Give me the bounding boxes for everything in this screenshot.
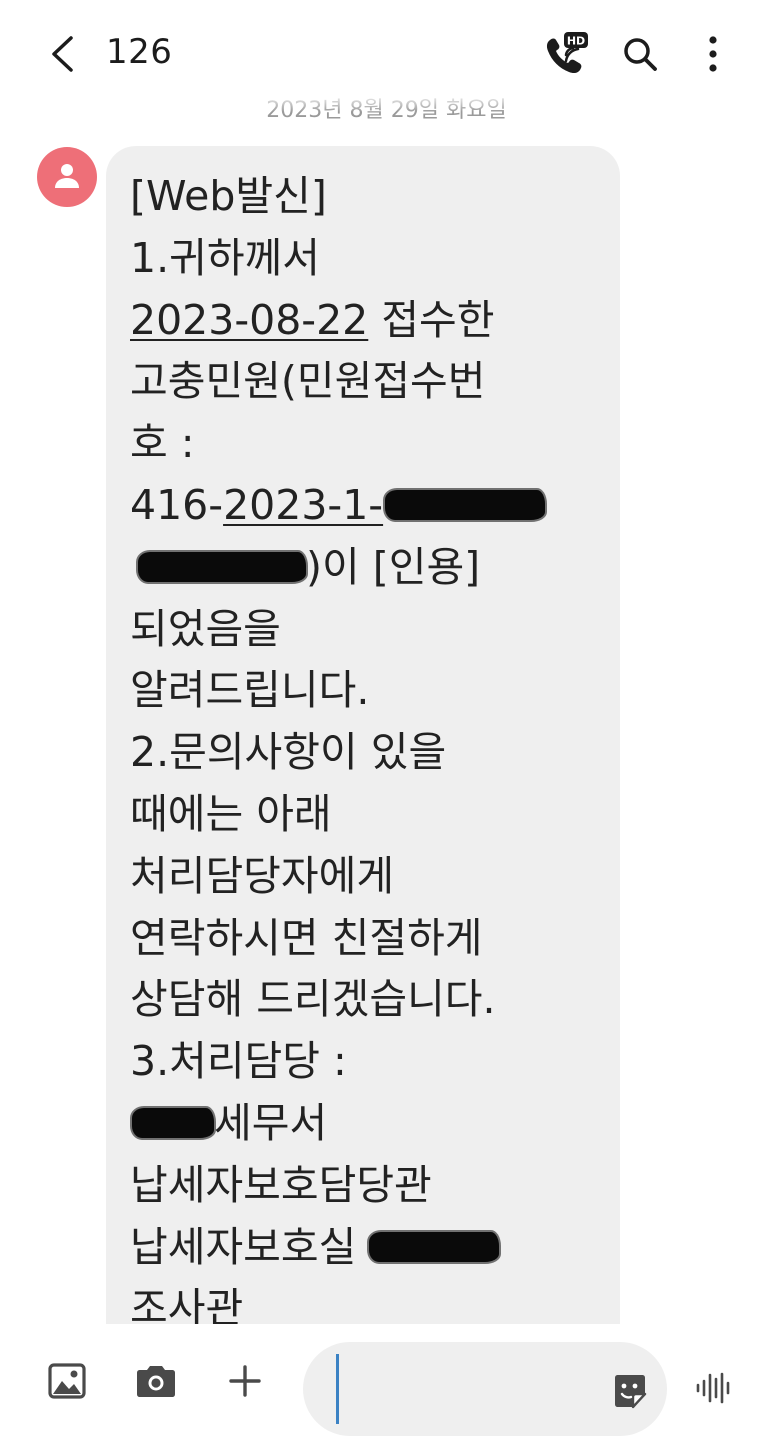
message-line: [Web발신] bbox=[130, 172, 327, 220]
person-icon bbox=[55, 164, 79, 188]
case-number-link[interactable]: 2023-1- bbox=[223, 481, 383, 529]
message-fragment: 416- bbox=[130, 480, 224, 529]
voice-wave-icon bbox=[696, 1372, 730, 1404]
sticker-icon bbox=[615, 1375, 647, 1409]
more-options-button[interactable] bbox=[700, 32, 726, 76]
avatar[interactable] bbox=[37, 147, 97, 207]
message-fragment: 접수한 bbox=[368, 295, 495, 344]
date-separator-text: 2023년 8월 29일 화요일 bbox=[266, 98, 507, 123]
gallery-button[interactable] bbox=[44, 1358, 90, 1404]
date-link[interactable]: 2023-08-22 bbox=[130, 296, 368, 344]
redaction-mark bbox=[138, 551, 306, 582]
redaction-mark bbox=[385, 489, 546, 520]
message-line: 처리담당자에게 bbox=[130, 851, 395, 900]
message-input[interactable] bbox=[303, 1342, 667, 1436]
voice-record-button[interactable] bbox=[690, 1368, 738, 1408]
camera-button[interactable] bbox=[132, 1358, 180, 1404]
message-line: 2023-08-22 접수한 bbox=[130, 290, 600, 352]
message-line: 1.귀하께서 bbox=[130, 233, 320, 282]
text-cursor bbox=[336, 1354, 339, 1424]
hd-call-icon: HD bbox=[546, 32, 588, 74]
message-line: 2.문의사항이 있을 bbox=[130, 728, 447, 777]
message-line: 3.처리담당 : bbox=[130, 1037, 347, 1086]
message-line: 납세자보호실 bbox=[130, 1217, 600, 1279]
message-line: 호 : bbox=[130, 419, 195, 468]
message-fragment: )이 [인용] bbox=[306, 542, 481, 591]
message-line: 납세자보호담당관 bbox=[130, 1160, 432, 1209]
hd-call-button[interactable]: HD bbox=[542, 32, 590, 76]
message-line: )이 [인용] bbox=[130, 537, 600, 599]
message-composer bbox=[0, 1324, 773, 1454]
more-vertical-icon bbox=[709, 36, 717, 72]
redaction-mark bbox=[369, 1231, 500, 1262]
redaction-mark bbox=[132, 1107, 214, 1138]
sticker-button[interactable] bbox=[611, 1372, 649, 1410]
svg-text:HD: HD bbox=[567, 35, 585, 48]
message-line: 알려드립니다. bbox=[130, 666, 370, 715]
message-line: 상담해 드리겠습니다. bbox=[130, 975, 496, 1024]
message-line: 416-2023-1- bbox=[130, 475, 600, 537]
date-separator: 2023년 8월 29일 화요일 bbox=[0, 84, 773, 124]
message-line: 연락하시면 친절하게 bbox=[130, 913, 483, 962]
message-line: 고충민원(민원접수번 bbox=[130, 357, 486, 406]
message-line: 세무서 bbox=[130, 1093, 600, 1155]
chevron-left-icon bbox=[52, 36, 73, 72]
message-text: [Web발신] 1.귀하께서 2023-08-22 접수한 고충민원(민원접수번… bbox=[130, 166, 600, 1340]
message-bubble[interactable]: [Web발신] 1.귀하께서 2023-08-22 접수한 고충민원(민원접수번… bbox=[106, 146, 620, 1346]
message-line: 때에는 아래 bbox=[130, 789, 332, 838]
message-fragment: 납세자보호실 bbox=[130, 1222, 370, 1271]
back-button[interactable] bbox=[42, 30, 82, 78]
message-line: 되었음을 bbox=[130, 604, 281, 653]
camera-icon bbox=[137, 1366, 175, 1397]
search-button[interactable] bbox=[620, 34, 660, 74]
contact-title: 126 bbox=[106, 32, 173, 72]
search-icon bbox=[624, 38, 657, 71]
image-icon bbox=[48, 1363, 86, 1399]
plus-icon bbox=[229, 1365, 261, 1397]
message-fragment: 세무서 bbox=[214, 1098, 328, 1147]
add-attachment-button[interactable] bbox=[222, 1358, 268, 1404]
